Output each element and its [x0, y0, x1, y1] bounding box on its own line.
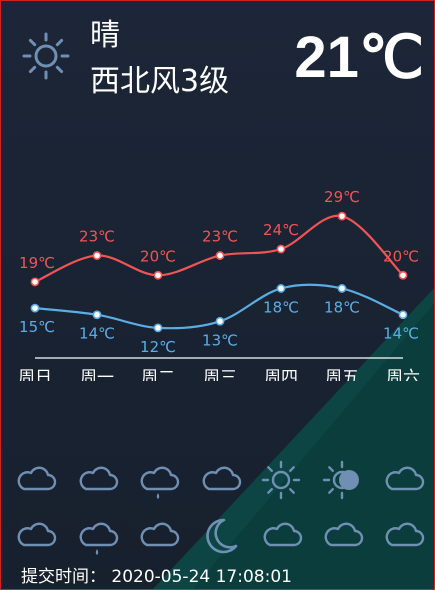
low-temp-label: 14℃ — [383, 325, 419, 343]
low-temp-point — [153, 323, 163, 333]
high-temp-label: 20℃ — [140, 247, 176, 265]
high-temp-point — [215, 251, 225, 260]
submit-time-row: 提交时间： 2020-05-24 17:08:01 — [21, 563, 292, 589]
low-temp-point — [92, 310, 102, 320]
wind-info: 西北风3级 — [90, 64, 230, 99]
low-temp-label: 18℃ — [324, 298, 360, 316]
cloud-icon — [381, 514, 425, 558]
submit-time-label: 提交时间： — [21, 567, 106, 587]
cloud-icon — [75, 458, 119, 502]
high-temp-point — [92, 251, 102, 260]
day-label: 周三 — [203, 368, 237, 381]
high-temp-point — [398, 270, 408, 280]
sun-icon — [259, 458, 303, 502]
forecast-icons — [1, 456, 434, 566]
high-temp-label: 29℃ — [324, 188, 360, 206]
low-temp-point — [337, 284, 347, 293]
weather-widget: 晴 西北风3级 21℃ 19℃ 23℃ 20℃ 23℃ 24℃ 29℃ 20℃ 15℃ 14℃ 1… — [0, 0, 435, 590]
cloud-icon — [198, 458, 242, 502]
high-temp-label: 19℃ — [19, 254, 55, 272]
cloud-rain-icon — [136, 458, 180, 502]
submit-time-value: 2020-05-24 17:08:01 — [111, 567, 292, 587]
high-temp-point — [30, 277, 40, 287]
high-temp-label: 23℃ — [202, 228, 238, 246]
weather-condition: 晴 — [90, 18, 120, 53]
moon-icon — [198, 514, 242, 558]
cloud-icon — [259, 514, 303, 558]
low-temp-point — [398, 310, 408, 320]
day-label: 周四 — [264, 368, 298, 381]
low-temp-point — [30, 303, 40, 313]
low-temp-label: 14℃ — [79, 325, 115, 343]
high-temp-line — [34, 214, 404, 283]
high-temp-point — [153, 270, 163, 280]
sun-cloud-icon — [320, 458, 364, 502]
current-temperature: 21℃ — [294, 25, 424, 90]
high-temp-label: 24℃ — [263, 221, 299, 239]
low-temp-label: 18℃ — [263, 298, 299, 316]
current-weather: 晴 西北风3级 21℃ — [1, 1, 434, 111]
low-temp-point — [215, 316, 225, 326]
low-temp-point — [276, 284, 286, 293]
day-label: 周六 — [386, 368, 420, 381]
low-temp-label: 13℃ — [202, 331, 238, 349]
temperature-chart: 19℃ 23℃ 20℃ 23℃ 24℃ 29℃ 20℃ 15℃ 14℃ 12℃ 13℃ 18℃ 18℃ 1… — [18, 188, 420, 381]
cloud-rain-icon — [75, 514, 119, 558]
low-temp-label: 15℃ — [19, 318, 55, 336]
cloud-icon — [13, 514, 57, 558]
high-temp-label: 20℃ — [383, 247, 419, 265]
day-label: 周日 — [18, 368, 52, 381]
day-label: 周五 — [325, 368, 359, 381]
high-temp-point — [337, 211, 347, 221]
cloud-icon — [136, 514, 180, 558]
cloud-icon — [320, 514, 364, 558]
cloud-icon — [381, 458, 425, 502]
high-temp-point — [276, 244, 286, 254]
cloud-icon — [13, 458, 57, 502]
high-temp-label: 23℃ — [79, 228, 115, 246]
day-label: 周二 — [141, 368, 175, 381]
low-temp-label: 12℃ — [140, 338, 176, 356]
day-label: 周一 — [80, 368, 114, 381]
sun-icon — [22, 32, 70, 80]
